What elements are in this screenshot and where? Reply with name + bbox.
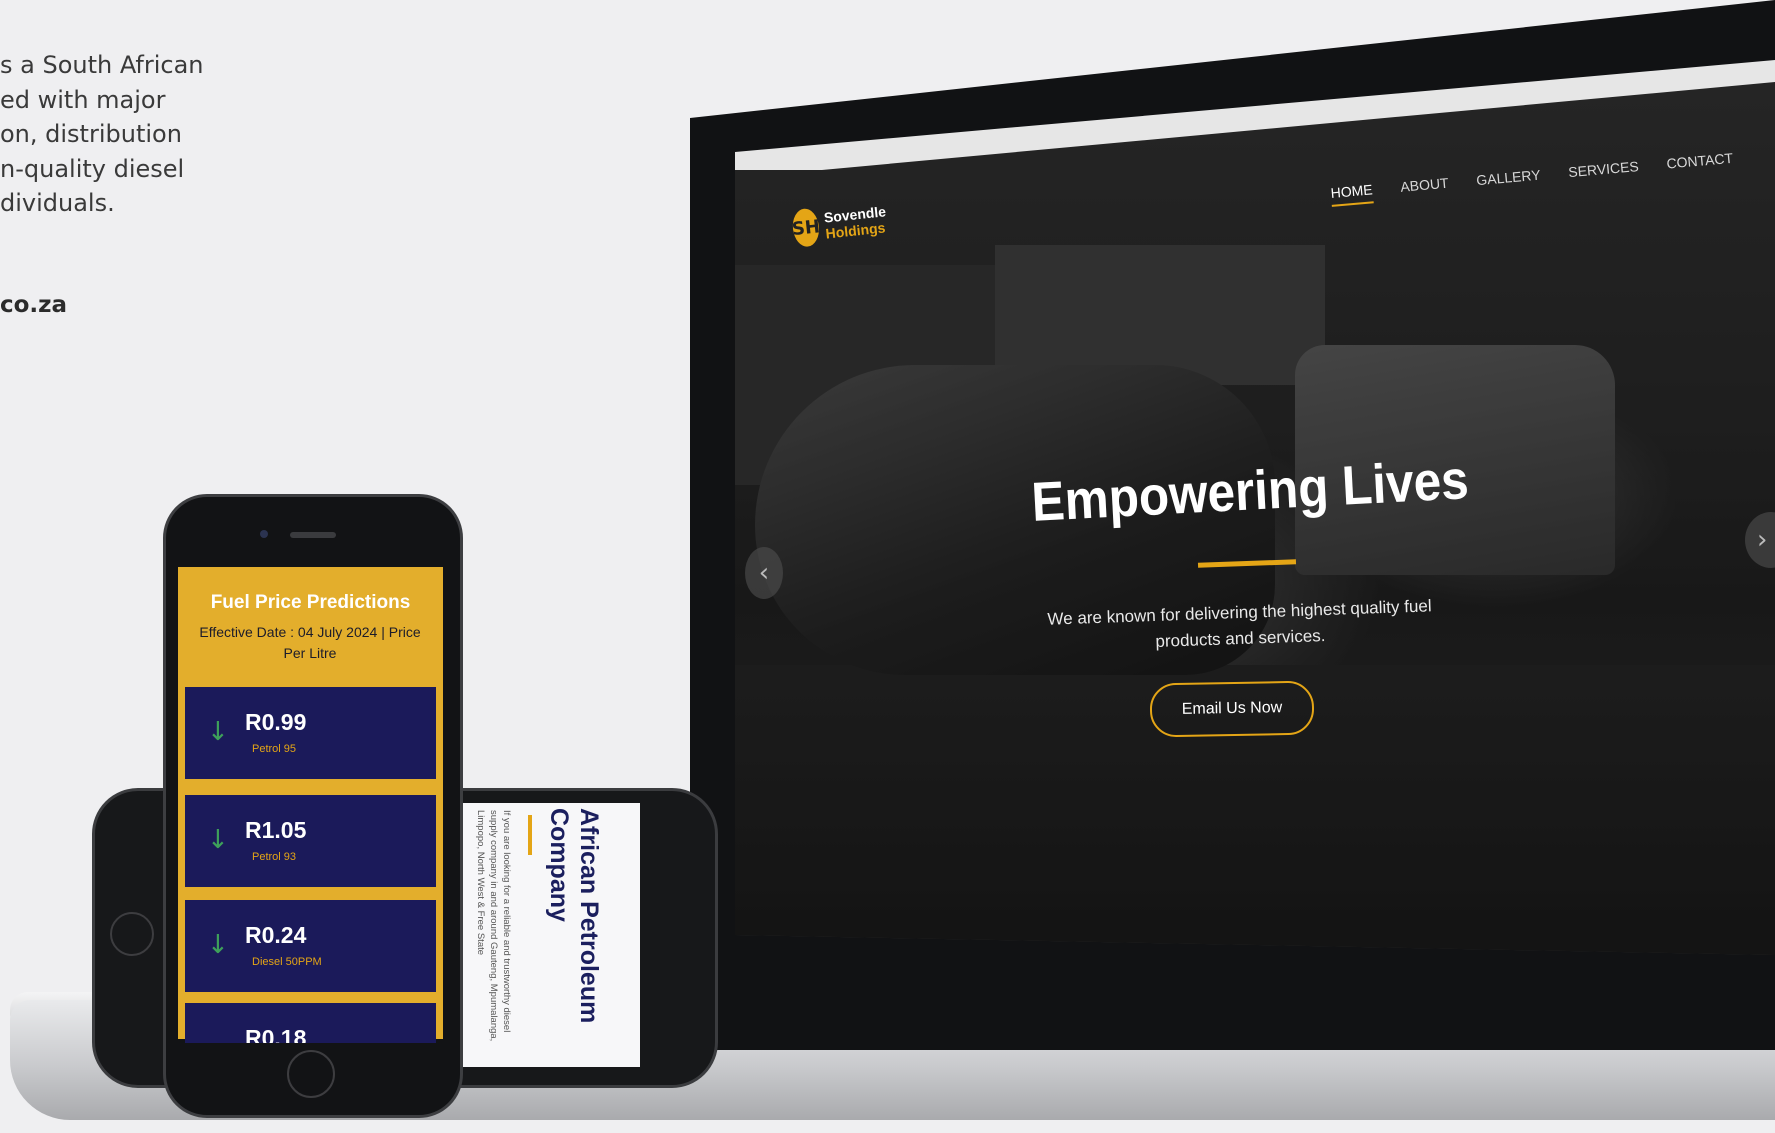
- fuel-price-subtitle: Effective Date : 04 July 2024 | Price Pe…: [199, 624, 421, 661]
- landscape-page-body: If you are looking for a reliable and tr…: [475, 810, 512, 1042]
- intro-website-link[interactable]: co.za: [0, 292, 67, 318]
- fuel-price-title: Fuel Price Predictions: [210, 592, 411, 613]
- phone-home-button: [287, 1050, 335, 1098]
- down-arrow-icon: ↓: [207, 930, 229, 960]
- intro-line: n-quality diesel: [0, 154, 185, 183]
- intro-line: ed with major: [0, 85, 166, 114]
- price-label: Petrol 95: [252, 743, 297, 755]
- carousel-prev-icon[interactable]: ‹: [745, 547, 783, 599]
- price-value: R0.99: [245, 709, 307, 735]
- phone-camera: [260, 530, 268, 538]
- nav-about[interactable]: ABOUT: [1400, 175, 1450, 201]
- down-arrow-icon: ↓: [207, 825, 229, 855]
- email-us-button[interactable]: Email Us Now: [1149, 680, 1315, 738]
- phone-speaker: [290, 532, 336, 538]
- price-card: ↓ R0.99 Petrol 95: [185, 687, 436, 779]
- intro-text: s a South African ed with major on, dist…: [0, 48, 240, 221]
- price-card-partial: R0.18: [185, 1003, 436, 1043]
- price-value: R0.24: [245, 922, 307, 948]
- price-value: R0.18: [245, 1025, 307, 1043]
- logo-mark: SH: [791, 207, 821, 248]
- logo-text: Sovendle Holdings: [823, 203, 888, 241]
- price-label: Petrol 93: [252, 851, 297, 863]
- price-label: Diesel 50PPM: [252, 956, 322, 968]
- price-card: ↓ R1.05 Petrol 93: [185, 795, 436, 887]
- intro-line: s a South African: [0, 51, 204, 79]
- phone-home-button: [110, 912, 154, 956]
- intro-line: on, distribution: [0, 120, 182, 148]
- intro-line: dividuals.: [0, 189, 115, 217]
- price-value: R1.05: [245, 817, 307, 843]
- price-card: ↓ R0.24 Diesel 50PPM: [185, 900, 436, 992]
- down-arrow-icon: ↓: [207, 717, 229, 747]
- nav-home[interactable]: HOME: [1330, 181, 1374, 207]
- landscape-page-title: African Petroleum Company: [545, 808, 603, 1024]
- title-accent-bar: [528, 815, 532, 855]
